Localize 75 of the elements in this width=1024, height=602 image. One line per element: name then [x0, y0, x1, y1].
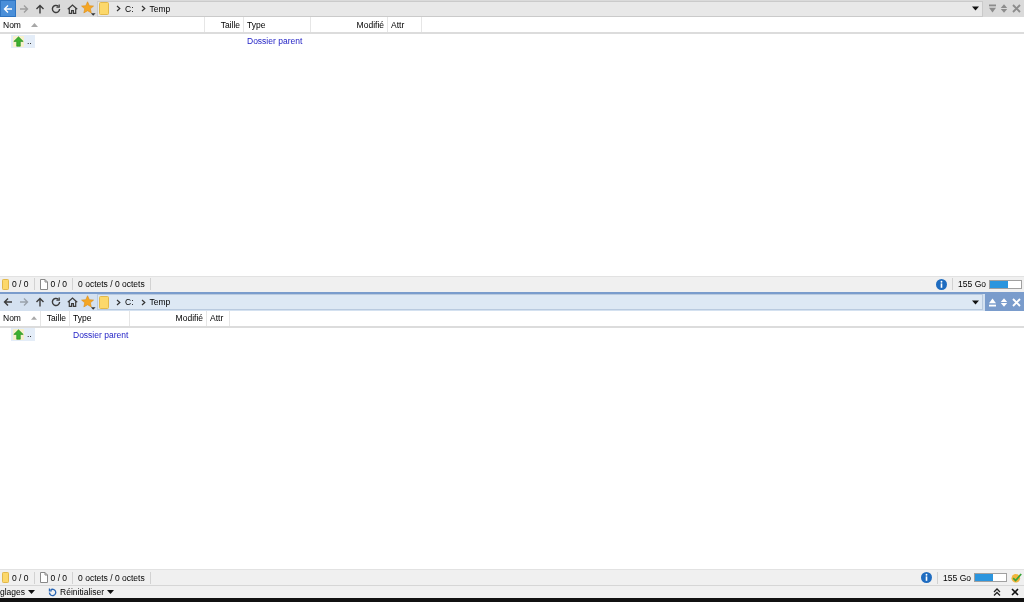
list-entry[interactable]: .. — [11, 328, 35, 341]
file-icon — [39, 572, 48, 583]
size-summary: 0 octets / 0 octets — [78, 572, 145, 583]
column-header[interactable]: Attr — [207, 310, 230, 326]
star-icon — [80, 294, 96, 310]
refresh-icon — [51, 3, 61, 14]
list-entry[interactable]: .. — [11, 34, 35, 48]
info-icon[interactable] — [936, 278, 948, 290]
dropdown-caret-icon[interactable] — [972, 6, 979, 11]
folder-count: 0 / 0 — [12, 279, 29, 289]
column-header[interactable]: Type — [70, 310, 130, 326]
parent-folder-up-icon — [13, 329, 24, 340]
close-icon — [1011, 297, 1021, 307]
file-type: Dossier parent — [247, 36, 303, 46]
refresh-icon — [51, 297, 61, 307]
free-space: 155 Go — [943, 572, 971, 583]
up-arrow-icon — [35, 3, 45, 14]
sort-caret-icon — [30, 316, 37, 320]
path-segment[interactable]: Temp — [149, 296, 171, 308]
triangle-bar-up-icon — [987, 297, 997, 307]
column-header[interactable]: Nom — [0, 310, 41, 326]
back-arrow-icon — [3, 3, 13, 14]
menu-button[interactable]: glages — [0, 586, 39, 598]
caret-icon — [28, 590, 36, 594]
close-icon — [1011, 588, 1019, 596]
chevron-icon — [140, 298, 146, 306]
folder-icon — [2, 572, 9, 583]
file-type: Dossier parent — [73, 329, 129, 340]
back-button[interactable] — [0, 0, 16, 17]
sort-caret-icon — [30, 22, 38, 27]
up-down-icon — [1000, 297, 1008, 307]
back-arrow-icon — [3, 297, 13, 307]
chevron-icon — [140, 5, 146, 12]
path-segment[interactable]: Temp — [149, 2, 171, 15]
file-count: 0 / 0 — [50, 572, 68, 583]
free-space: 155 Go — [958, 279, 986, 289]
column-header[interactable]: Attr — [388, 17, 422, 32]
parent-folder-up-icon — [13, 35, 24, 47]
column-header[interactable]: Nom — [0, 17, 205, 32]
path-segment[interactable]: C: — [125, 296, 134, 308]
chevron-icon — [116, 5, 121, 12]
folder-icon — [99, 2, 109, 15]
star-icon — [80, 1, 96, 16]
up-arrow-icon — [35, 297, 45, 307]
home-icon — [66, 297, 78, 307]
file-name: .. — [27, 35, 32, 47]
close-icon — [1011, 4, 1021, 13]
home-icon — [66, 3, 78, 14]
double-chevron-up-icon — [993, 588, 1001, 596]
file-icon — [39, 278, 48, 290]
address-bar[interactable]: C: Temp — [97, 294, 983, 310]
column-header[interactable]: Taille — [41, 310, 70, 326]
forward-arrow-icon — [19, 297, 29, 307]
size-summary: 0 octets / 0 octets — [78, 279, 145, 289]
info-icon[interactable] — [921, 572, 933, 583]
folder-icon — [99, 295, 109, 309]
refresh-icon — [48, 587, 58, 597]
file-count: 0 / 0 — [50, 279, 68, 289]
folder-icon — [2, 278, 9, 290]
bar-triangle-down-icon — [987, 4, 997, 13]
address-bar[interactable]: C: Temp — [97, 0, 983, 17]
reset-button[interactable]: Réinitialiser — [48, 586, 117, 598]
chevron-icon — [116, 298, 121, 306]
path-segment[interactable]: C: — [125, 2, 134, 15]
column-header[interactable]: Modifié — [130, 310, 207, 326]
column-header[interactable]: Taille — [205, 17, 244, 32]
up-down-icon — [1000, 4, 1008, 13]
file-name: .. — [27, 329, 32, 340]
dropdown-caret-icon[interactable] — [972, 299, 979, 305]
check-badge-icon[interactable] — [1011, 572, 1022, 583]
caret-icon — [107, 590, 114, 594]
column-header[interactable]: Modifié — [311, 17, 388, 32]
column-header[interactable]: Type — [244, 17, 311, 32]
forward-arrow-icon — [19, 3, 29, 14]
folder-count: 0 / 0 — [12, 572, 29, 583]
